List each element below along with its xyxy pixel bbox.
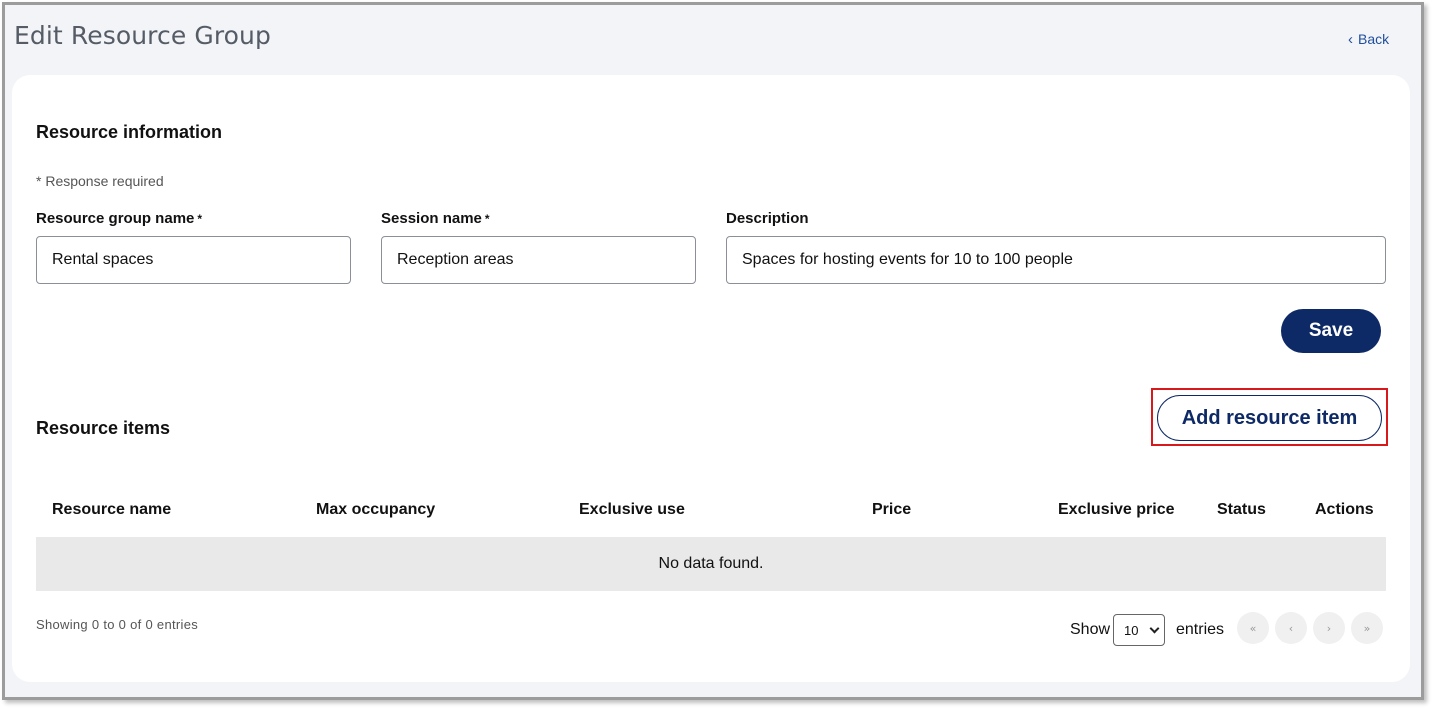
chevron-down-icon xyxy=(1149,623,1160,634)
resource-information-heading: Resource information xyxy=(36,122,223,142)
empty-table-row: No data found. xyxy=(36,537,1386,591)
show-label: Show xyxy=(1070,621,1111,638)
column-header-max-occupancy[interactable]: Max occupancy xyxy=(316,501,435,519)
column-header-price[interactable]: Price xyxy=(872,501,911,519)
page-size-value: 10 xyxy=(1124,622,1139,638)
previous-page-button[interactable]: ‹ xyxy=(1275,612,1307,644)
column-header-resource-name[interactable]: Resource name xyxy=(52,501,171,519)
required-star: * xyxy=(484,212,490,226)
description-input[interactable] xyxy=(726,236,1386,284)
group-name-label: Resource group name * xyxy=(36,210,202,227)
column-header-exclusive-use[interactable]: Exclusive use xyxy=(579,501,685,519)
page-size-select[interactable]: 10 xyxy=(1113,614,1165,646)
empty-table-message: No data found. xyxy=(658,555,764,572)
first-page-button[interactable]: « xyxy=(1237,612,1269,644)
column-header-actions: Actions xyxy=(1315,501,1374,518)
chevron-left-icon: ‹ xyxy=(1348,30,1353,48)
required-note: * Response required xyxy=(36,173,164,189)
back-link[interactable]: ‹ Back xyxy=(1348,31,1389,47)
session-name-input[interactable] xyxy=(381,236,696,284)
session-name-label-text: Session name xyxy=(381,210,482,227)
group-name-input[interactable] xyxy=(36,236,351,284)
column-header-exclusive-price[interactable]: Exclusive price xyxy=(1058,501,1175,519)
back-label: Back xyxy=(1358,31,1390,47)
column-header-status[interactable]: Status xyxy=(1217,501,1266,519)
app-window: Edit Resource Group ‹ Back Resource info… xyxy=(2,2,1424,700)
resource-items-heading: Resource items xyxy=(36,418,171,438)
save-button[interactable]: Save xyxy=(1281,309,1381,353)
next-page-button[interactable]: › xyxy=(1313,612,1345,644)
edit-card: Resource information * Response required… xyxy=(12,75,1410,682)
entries-label: entries xyxy=(1176,621,1225,638)
last-page-button[interactable]: » xyxy=(1351,612,1383,644)
entries-summary: Showing 0 to 0 of 0 entries xyxy=(36,617,199,632)
group-name-label-text: Resource group name xyxy=(36,210,195,227)
add-resource-item-button[interactable]: Add resource item xyxy=(1157,395,1382,441)
description-label-text: Description xyxy=(726,210,809,227)
session-name-label: Session name * xyxy=(381,210,490,227)
description-label: Description xyxy=(726,210,809,227)
page-title: Edit Resource Group xyxy=(14,21,271,50)
required-star: * xyxy=(197,212,203,226)
